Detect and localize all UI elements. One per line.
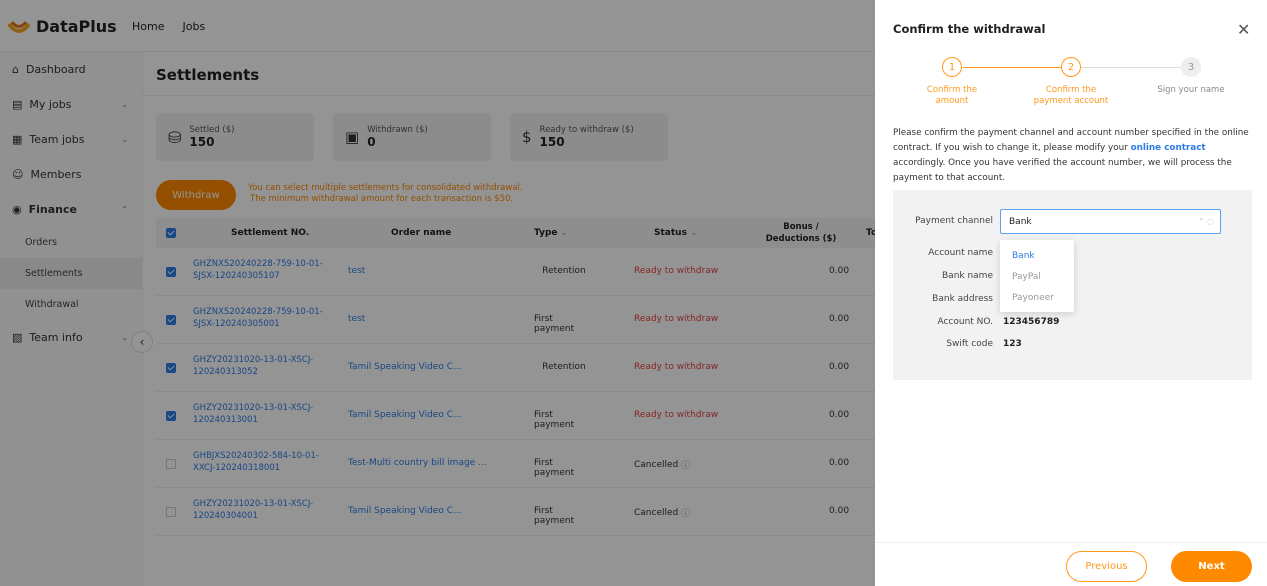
account-no-value: 123456789 — [1003, 317, 1060, 327]
option-bank[interactable]: Bank — [1000, 245, 1074, 266]
online-contract-link[interactable]: online contract — [1131, 143, 1206, 153]
withdrawal-drawer: Confirm the withdrawal ✕ 1 2 3 Confirm t… — [875, 0, 1267, 586]
account-name-label: Account name — [928, 248, 993, 258]
close-icon[interactable]: ✕ — [1237, 20, 1250, 39]
payment-channel-dropdown: Bank PayPal Payoneer — [1000, 240, 1074, 312]
withdrawal-description: Please confirm the payment channel and a… — [893, 126, 1253, 186]
step-2-circle: 2 — [1061, 57, 1081, 77]
swift-code-value: 123 — [1003, 339, 1022, 349]
next-button[interactable]: Next — [1171, 551, 1252, 582]
step-label-line: payment account — [1033, 96, 1109, 106]
step-label-line: Sign your name — [1157, 85, 1225, 95]
payment-channel-select[interactable]: Bank ⌃ ◌ — [1000, 209, 1221, 234]
previous-button[interactable]: Previous — [1066, 551, 1147, 582]
step-3-circle: 3 — [1181, 57, 1201, 77]
chevron-up-icon: ⌃ ◌ — [1197, 217, 1214, 226]
desc-text: accordingly. Once you have verified the … — [893, 158, 1232, 183]
footer-divider — [875, 542, 1267, 543]
payment-account-form: Payment channel Bank ⌃ ◌ Account name Ba… — [893, 190, 1252, 380]
step-3-label: Sign your name — [1141, 85, 1241, 96]
step-1-label: Confirm the amount — [902, 85, 1002, 107]
select-value: Bank — [1009, 216, 1032, 227]
step-label-line: Confirm the — [1045, 85, 1097, 95]
payment-channel-label: Payment channel — [915, 216, 993, 226]
step-1-circle: 1 — [942, 57, 962, 77]
step-connector — [963, 67, 1061, 68]
bank-name-label: Bank name — [942, 271, 993, 281]
step-connector — [1081, 67, 1181, 68]
step-label-line: Confirm the — [926, 85, 978, 95]
swift-code-label: Swift code — [946, 339, 993, 349]
step-label-line: amount — [935, 96, 969, 106]
step-2-label: Confirm the payment account — [1021, 85, 1121, 107]
bank-address-label: Bank address — [932, 294, 993, 304]
modal-overlay[interactable] — [0, 0, 875, 586]
option-payoneer[interactable]: Payoneer — [1000, 287, 1074, 308]
option-paypal[interactable]: PayPal — [1000, 266, 1074, 287]
account-no-label: Account NO. — [937, 317, 993, 327]
drawer-title: Confirm the withdrawal — [893, 22, 1046, 36]
